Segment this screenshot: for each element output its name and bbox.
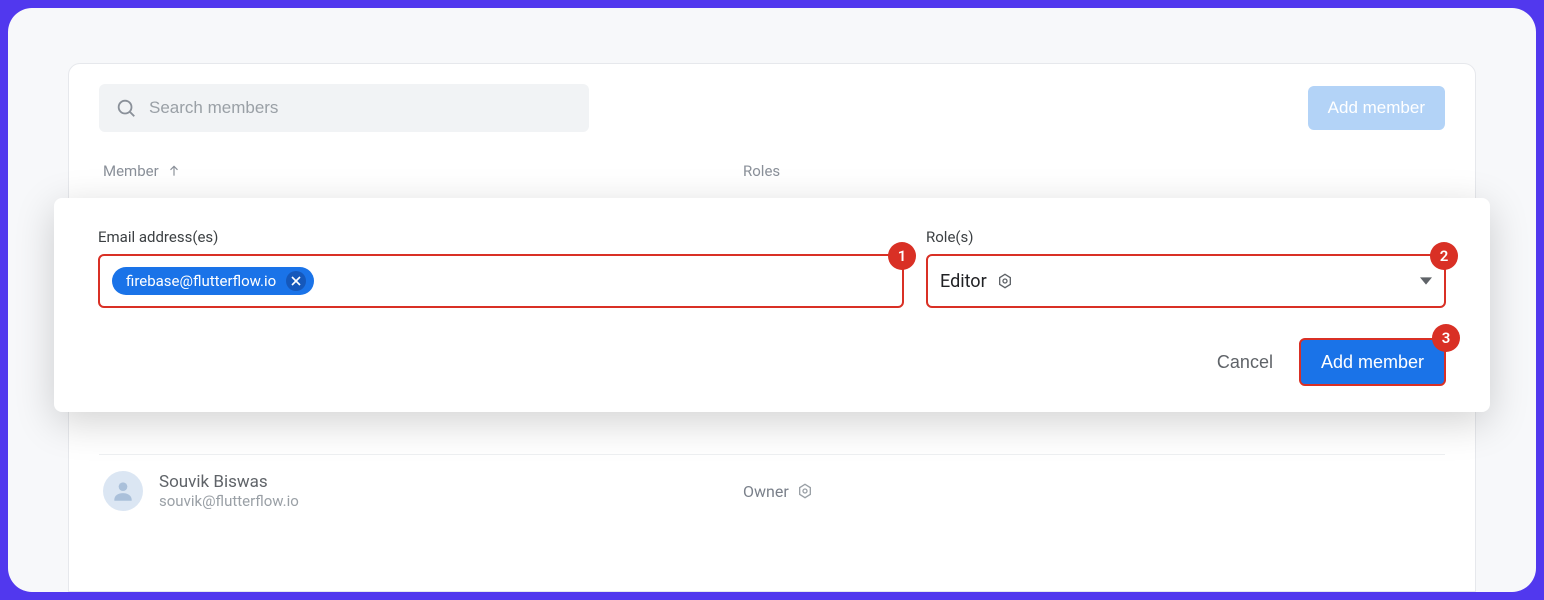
email-chip[interactable]: firebase@flutterflow.io xyxy=(112,267,314,295)
add-member-modal: Email address(es) firebase@flutterflow.i… xyxy=(54,198,1490,412)
table-header: Member Roles xyxy=(99,162,1445,196)
role-label: Owner xyxy=(743,482,789,501)
role-field-label: Role(s) xyxy=(926,228,1446,246)
annotation-badge-2: 2 xyxy=(1430,242,1458,270)
modal-actions: Cancel Add member 3 xyxy=(98,338,1446,386)
settings-hex-icon xyxy=(997,273,1013,289)
column-header-roles[interactable]: Roles xyxy=(743,162,1441,180)
remove-chip-icon[interactable] xyxy=(286,271,306,291)
role-selected-text: Editor xyxy=(940,271,987,292)
annotation-badge-1: 1 xyxy=(888,242,916,270)
table-row[interactable]: Souvik Biswas souvik@flutterflow.io Owne… xyxy=(99,454,1445,527)
annotation-badge-3: 3 xyxy=(1432,324,1460,352)
email-input[interactable]: firebase@flutterflow.io 1 xyxy=(98,254,904,308)
member-email: souvik@flutterflow.io xyxy=(159,492,299,510)
email-chip-text: firebase@flutterflow.io xyxy=(126,272,276,290)
cancel-button[interactable]: Cancel xyxy=(1217,352,1273,373)
search-icon xyxy=(115,97,137,119)
chevron-down-icon xyxy=(1420,272,1432,291)
add-member-button[interactable]: Add member xyxy=(1299,338,1446,386)
email-field-label: Email address(es) xyxy=(98,228,904,246)
search-box[interactable] xyxy=(99,84,589,132)
add-member-top-button[interactable]: Add member xyxy=(1308,86,1445,130)
role-cell: Owner xyxy=(743,482,813,501)
column-header-roles-label: Roles xyxy=(743,162,780,180)
role-select[interactable]: Editor 2 xyxy=(926,254,1446,308)
avatar xyxy=(103,471,143,511)
member-name: Souvik Biswas xyxy=(159,472,299,492)
column-header-member-label: Member xyxy=(103,162,159,180)
app-frame: Add member Member Roles Souvik Biswas xyxy=(8,8,1536,592)
toolbar: Add member xyxy=(99,84,1445,132)
search-input[interactable] xyxy=(149,98,573,118)
member-info: Souvik Biswas souvik@flutterflow.io xyxy=(159,472,299,510)
column-header-member[interactable]: Member xyxy=(103,162,743,180)
email-field-group: Email address(es) firebase@flutterflow.i… xyxy=(98,228,904,308)
role-field-group: Role(s) Editor 2 xyxy=(926,228,1446,308)
sort-asc-icon xyxy=(167,164,181,178)
settings-hex-icon xyxy=(797,483,813,499)
